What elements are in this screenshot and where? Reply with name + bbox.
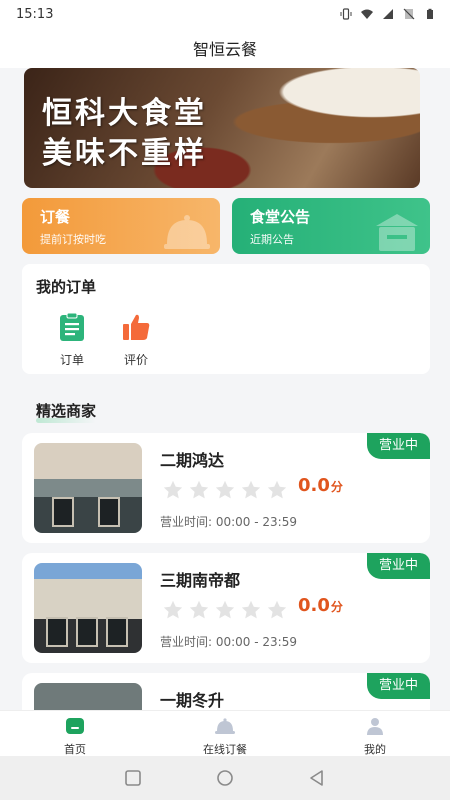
home-scroll[interactable]: 恒科大食堂 美味不重样 订餐 提前订按时吃 食堂公告 近期公告 我的订单 订单 … [0, 68, 450, 710]
star-icon [241, 480, 261, 499]
photo-door [76, 617, 98, 647]
banner-line-1: 恒科大食堂 [42, 96, 207, 131]
vibrate-icon [340, 8, 352, 20]
home-button-icon[interactable] [216, 769, 234, 787]
merchants-title: 精选商家 [36, 400, 97, 423]
app-header: 智恒云餐 [0, 28, 450, 68]
tab-online-order-label: 在线订餐 [203, 743, 247, 756]
merchants-title-text: 精选商家 [36, 402, 97, 420]
promo-banner[interactable]: 恒科大食堂 美味不重样 [24, 68, 420, 188]
star-icon [267, 480, 287, 499]
rating-unit: 分 [330, 600, 343, 614]
my-orders-panel: 我的订单 订单 评价 [22, 264, 430, 374]
rating-value: 0.0 [298, 595, 330, 616]
rating-stars [162, 599, 288, 621]
tab-profile[interactable]: 我的 [335, 717, 415, 757]
status-badge: 营业中 [366, 673, 430, 699]
merchant-photo [34, 443, 142, 533]
reviews-label: 评价 [123, 353, 148, 367]
photo-door [52, 497, 74, 527]
no-sim-icon [403, 8, 415, 20]
store-icon [376, 214, 418, 251]
merchant-card[interactable]: 三期南帝都 0.0分 营业时间: 00:00 - 23:59 营业中 [22, 553, 430, 663]
business-hours: 营业时间: 00:00 - 23:59 [160, 515, 297, 529]
battery-icon [427, 8, 433, 19]
home-icon [66, 718, 84, 734]
bottom-tab-bar: 首页 在线订餐 我的 [0, 710, 450, 756]
rating-stars [162, 479, 288, 501]
merchant-card[interactable]: 二期鸿达 0.0分 营业时间: 00:00 - 23:59 营业中 [22, 433, 430, 543]
cloche-icon [164, 215, 210, 249]
status-bar: 15:13 [0, 0, 450, 28]
my-orders-title: 我的订单 [36, 276, 97, 299]
back-icon[interactable] [308, 769, 326, 787]
tab-home-label: 首页 [64, 743, 86, 756]
status-icons [340, 8, 436, 20]
notice-card[interactable]: 食堂公告 近期公告 [232, 198, 430, 254]
star-icon [215, 600, 235, 619]
star-icon [267, 600, 287, 619]
system-nav-bar [0, 756, 450, 800]
user-icon [367, 718, 383, 735]
rating-score: 0.0分 [298, 595, 343, 616]
orders-button[interactable]: 订单 [42, 312, 102, 368]
clipboard-icon [60, 312, 84, 341]
merchant-photo [34, 563, 142, 653]
status-time: 15:13 [16, 6, 54, 22]
tab-profile-label: 我的 [364, 743, 386, 756]
tab-home[interactable]: 首页 [35, 717, 115, 757]
banner-line-2: 美味不重样 [42, 136, 207, 171]
photo-door [46, 617, 68, 647]
cloche-icon [215, 718, 235, 734]
photo-door [98, 497, 120, 527]
merchant-card[interactable]: 一期冬升 营业中 [22, 673, 430, 710]
star-icon [241, 600, 261, 619]
order-meal-card[interactable]: 订餐 提前订按时吃 [22, 198, 220, 254]
signal-icon [383, 9, 393, 19]
orders-label: 订单 [59, 353, 84, 367]
recent-apps-icon[interactable] [124, 769, 142, 787]
my-orders-title-text: 我的订单 [36, 278, 97, 296]
rating-unit: 分 [330, 480, 343, 494]
page-title: 智恒云餐 [192, 40, 257, 59]
star-icon [189, 600, 209, 619]
status-badge: 营业中 [366, 433, 430, 459]
merchant-name: 一期冬升 [160, 691, 225, 710]
thumbs-up-icon [123, 314, 150, 340]
rating-value: 0.0 [298, 475, 330, 496]
merchant-photo [34, 683, 142, 710]
tab-online-order[interactable]: 在线订餐 [185, 717, 265, 757]
star-icon [163, 480, 183, 499]
business-hours: 营业时间: 00:00 - 23:59 [160, 635, 297, 649]
merchant-name: 二期鸿达 [160, 451, 225, 470]
reviews-button[interactable]: 评价 [106, 312, 166, 368]
rating-score: 0.0分 [298, 475, 343, 496]
merchant-name: 三期南帝都 [160, 571, 241, 590]
wifi-icon [361, 9, 373, 19]
photo-door [106, 617, 128, 647]
status-badge: 营业中 [366, 553, 430, 579]
star-icon [189, 480, 209, 499]
star-icon [215, 480, 235, 499]
star-icon [163, 600, 183, 619]
